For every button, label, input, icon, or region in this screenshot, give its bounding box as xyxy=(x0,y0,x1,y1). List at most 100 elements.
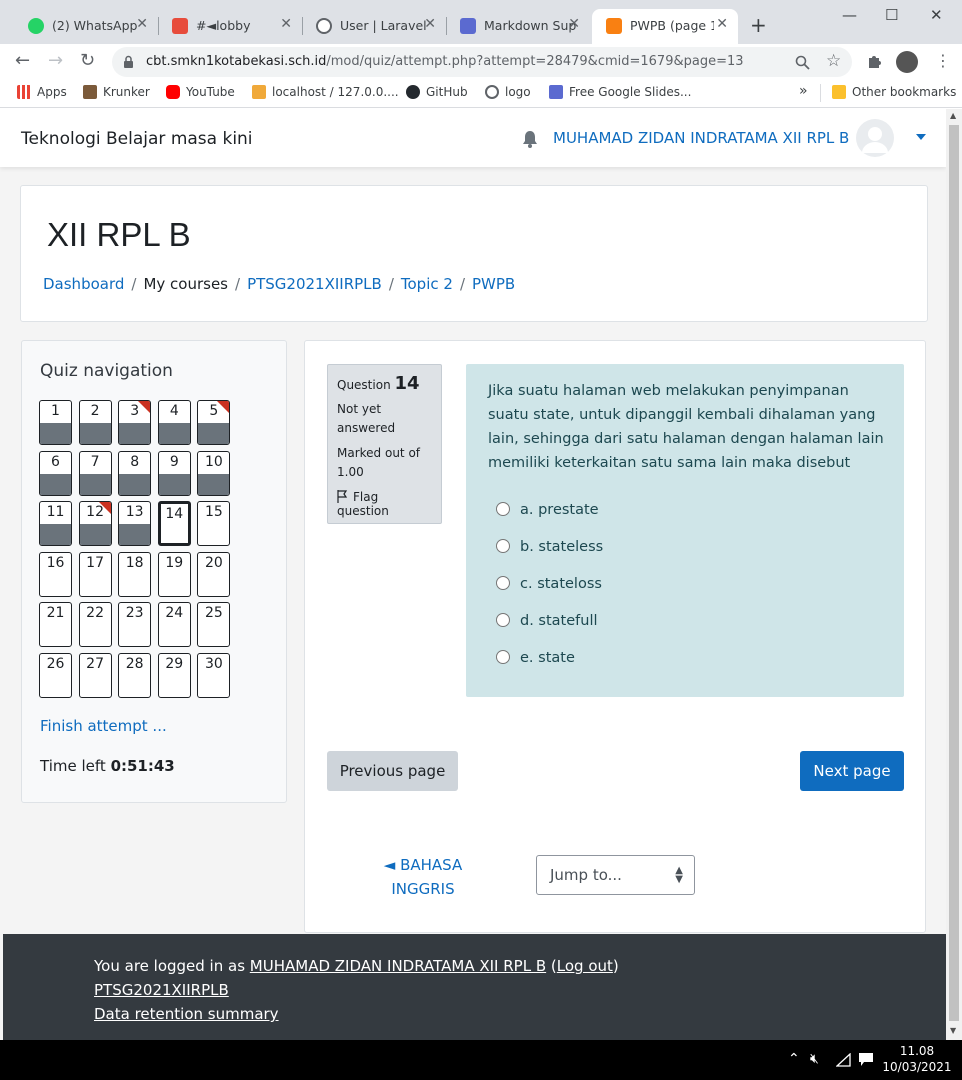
bookmark-apps[interactable]: Apps xyxy=(17,85,67,99)
quiz-nav-button[interactable]: 15 xyxy=(197,501,231,547)
bookmark-google-slides[interactable]: Free Google Slides... xyxy=(549,85,691,99)
breadcrumb-topic[interactable]: Topic 2 xyxy=(401,275,453,293)
quiz-nav-button[interactable]: 14 xyxy=(157,501,191,547)
bookmarks-overflow-button[interactable]: » xyxy=(799,83,808,99)
close-icon[interactable]: ✕ xyxy=(136,16,148,32)
radio-button[interactable] xyxy=(496,539,510,553)
quiz-nav-button[interactable]: 3 xyxy=(118,400,152,445)
quiz-nav-button[interactable]: 26 xyxy=(39,653,72,698)
flag-question-button[interactable]: Flag question xyxy=(337,490,432,518)
footer-user-link[interactable]: MUHAMAD ZIDAN INDRATAMA XII RPL B xyxy=(250,957,546,975)
minimize-icon[interactable]: — xyxy=(842,6,857,24)
user-menu-name[interactable]: MUHAMAD ZIDAN INDRATAMA XII RPL B xyxy=(553,129,849,147)
extensions-puzzle-icon[interactable] xyxy=(866,53,883,70)
notification-icon[interactable] xyxy=(858,1052,874,1067)
close-icon[interactable]: ✕ xyxy=(568,16,580,32)
close-window-icon[interactable]: ✕ xyxy=(930,6,943,24)
quiz-nav-button[interactable]: 11 xyxy=(39,501,72,547)
system-clock[interactable]: 11.08 10/03/2021 xyxy=(880,1043,954,1075)
page-scrollbar[interactable]: ▲ ▼ xyxy=(946,109,962,1040)
quiz-nav-button[interactable]: 16 xyxy=(39,551,72,597)
previous-page-button[interactable]: Previous page xyxy=(327,751,458,791)
quiz-nav-button[interactable]: 29 xyxy=(157,653,191,698)
star-bookmark-icon[interactable]: ☆ xyxy=(826,51,841,71)
bookmark-krunker[interactable]: Krunker xyxy=(83,85,150,99)
radio-button[interactable] xyxy=(496,650,510,664)
finish-attempt-link[interactable]: Finish attempt ... xyxy=(40,717,167,735)
speaker-muted-icon[interactable]: 🔇︎ xyxy=(810,1051,819,1067)
wifi-icon[interactable] xyxy=(836,1053,851,1067)
quiz-nav-button[interactable]: 27 xyxy=(78,653,112,698)
tray-chevron-up-icon[interactable]: ⌃ xyxy=(788,1051,800,1067)
site-name[interactable]: Teknologi Belajar masa kini xyxy=(21,129,253,149)
browser-menu-icon[interactable]: ⋮ xyxy=(935,51,951,70)
quiz-nav-button[interactable]: 5 xyxy=(197,400,231,445)
tab-whatsapp[interactable]: (2) WhatsApp ✕ xyxy=(14,9,158,44)
quiz-nav-button[interactable]: 25 xyxy=(197,602,231,648)
quiz-nav-button[interactable]: 7 xyxy=(78,450,112,496)
quiz-nav-button[interactable]: 2 xyxy=(78,400,112,445)
bookmark-github[interactable]: GitHub xyxy=(406,85,468,99)
close-icon[interactable]: ✕ xyxy=(280,16,292,32)
answer-option[interactable]: d. statefull xyxy=(496,613,598,629)
breadcrumb-dashboard[interactable]: Dashboard xyxy=(43,275,124,293)
quiz-nav-button[interactable]: 22 xyxy=(78,602,112,648)
previous-activity-link[interactable]: ◄ BAHASA INGGRIS xyxy=(373,853,473,901)
quiz-nav-button[interactable]: 23 xyxy=(118,602,152,648)
radio-button[interactable] xyxy=(496,576,510,590)
bookmark-logo[interactable]: logo xyxy=(485,85,531,99)
radio-button[interactable] xyxy=(496,502,510,516)
quiz-nav-button[interactable]: 1 xyxy=(39,400,72,445)
address-bar[interactable]: cbt.smkn1kotabekasi.sch.id/mod/quiz/atte… xyxy=(112,47,852,77)
next-page-button[interactable]: Next page xyxy=(800,751,904,791)
bell-notification-icon[interactable] xyxy=(522,130,538,148)
logout-link[interactable]: Log out xyxy=(557,957,613,975)
close-icon[interactable]: ✕ xyxy=(716,16,728,32)
jump-to-select[interactable]: Jump to... ▲ ▼ xyxy=(536,855,695,895)
quiz-nav-button[interactable]: 6 xyxy=(39,450,72,496)
quiz-nav-button[interactable]: 10 xyxy=(197,450,231,496)
user-avatar[interactable] xyxy=(856,119,894,157)
quiz-nav-button[interactable]: 17 xyxy=(78,551,112,597)
quiz-nav-button[interactable]: 9 xyxy=(157,450,191,496)
forward-arrow-icon[interactable]: → xyxy=(48,50,63,71)
back-arrow-icon[interactable]: ← xyxy=(15,50,30,71)
bookmark-youtube[interactable]: YouTube xyxy=(166,85,235,99)
new-tab-button[interactable]: + xyxy=(750,13,767,37)
quiz-nav-button[interactable]: 12 xyxy=(78,501,112,547)
other-bookmarks[interactable]: Other bookmarks xyxy=(832,85,956,99)
scroll-thumb[interactable] xyxy=(949,125,959,1021)
close-icon[interactable]: ✕ xyxy=(424,16,436,32)
profile-avatar[interactable] xyxy=(896,51,918,73)
quiz-nav-button[interactable]: 19 xyxy=(157,551,191,597)
zoom-icon[interactable] xyxy=(795,55,810,70)
quiz-nav-button[interactable]: 21 xyxy=(39,602,72,648)
quiz-nav-button[interactable]: 4 xyxy=(157,400,191,445)
quiz-nav-button[interactable]: 18 xyxy=(118,551,152,597)
answer-option[interactable]: c. stateloss xyxy=(496,576,602,592)
quiz-nav-button[interactable]: 20 xyxy=(197,551,231,597)
maximize-icon[interactable]: ☐ xyxy=(885,6,898,24)
data-retention-link[interactable]: Data retention summary xyxy=(94,1005,279,1023)
tab-krunker-lobby[interactable]: #◄lobby ✕ xyxy=(158,9,302,44)
quiz-nav-button[interactable]: 24 xyxy=(157,602,191,648)
radio-button[interactable] xyxy=(496,613,510,627)
answer-option[interactable]: a. prestate xyxy=(496,502,599,518)
quiz-nav-button[interactable]: 8 xyxy=(118,450,152,496)
quiz-nav-button[interactable]: 30 xyxy=(197,653,231,698)
reload-icon[interactable]: ↻ xyxy=(80,50,95,71)
scroll-down-icon[interactable]: ▼ xyxy=(950,1026,956,1035)
quiz-nav-button[interactable]: 13 xyxy=(118,501,152,547)
chevron-down-icon[interactable] xyxy=(916,134,926,140)
quiz-nav-button[interactable]: 28 xyxy=(118,653,152,698)
scroll-up-icon[interactable]: ▲ xyxy=(950,111,956,120)
footer-course-link[interactable]: PTSG2021XIIRPLB xyxy=(94,981,229,999)
breadcrumb-course[interactable]: PTSG2021XIIRPLB xyxy=(247,275,382,293)
tab-pwpb-active[interactable]: PWPB (page 14 ✕ xyxy=(592,9,738,44)
tab-laravel[interactable]: User | Laravel ✕ xyxy=(302,9,446,44)
answer-option[interactable]: e. state xyxy=(496,650,575,666)
breadcrumb-quiz[interactable]: PWPB xyxy=(472,275,515,293)
bookmark-localhost[interactable]: localhost / 127.0.0.... xyxy=(252,85,399,99)
tab-markdown[interactable]: Markdown Sup ✕ xyxy=(446,9,590,44)
answer-option[interactable]: b. stateless xyxy=(496,539,603,555)
